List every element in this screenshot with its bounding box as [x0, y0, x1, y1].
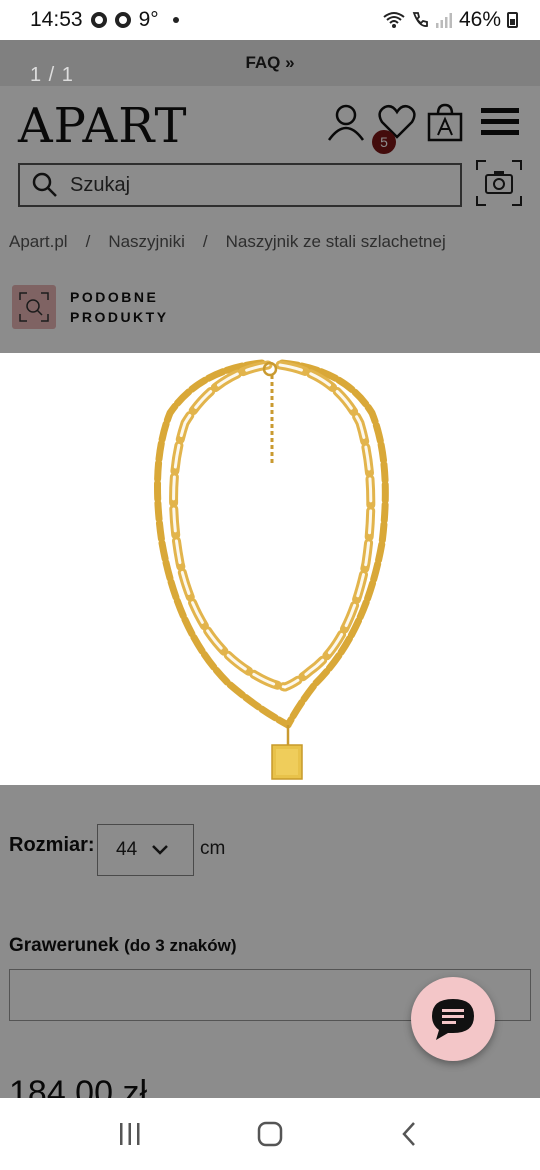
site-header: APART [0, 94, 540, 154]
size-select[interactable]: 44 [97, 824, 194, 876]
breadcrumb-item-category[interactable]: Naszyjniki [108, 232, 185, 252]
call-icon [412, 12, 428, 27]
chat-bubble-icon [432, 999, 474, 1040]
status-temperature: 9° [138, 8, 159, 31]
search-input[interactable]: Szukaj [18, 163, 462, 207]
breadcrumb-item-product: Naszyjnik ze stali szlachetnej [225, 232, 446, 251]
breadcrumb-item-home[interactable]: Apart.pl [9, 232, 68, 252]
status-time: 14:53 [30, 8, 83, 31]
notification-dot-icon [172, 17, 179, 23]
status-bar: 14:53 9° 46% [0, 0, 540, 40]
engraving-label: Grawerunek [9, 935, 119, 956]
engraving-label-row: Grawerunek (do 3 znaków) [9, 935, 237, 957]
similar-products-button[interactable]: PODOBNE PRODUKTY [12, 285, 169, 329]
size-unit: cm [200, 838, 226, 859]
apart-logo[interactable]: APART [18, 98, 188, 154]
home-icon[interactable] [257, 1121, 283, 1147]
wifi-icon [383, 12, 405, 28]
wishlist-count-badge: 5 [372, 130, 396, 154]
necklace-product-image [154, 359, 389, 780]
menu-icon[interactable] [480, 102, 520, 142]
battery-level: 46% [458, 8, 501, 31]
size-label: Rozmiar: [9, 834, 95, 856]
similar-label-line1: PODOBNE [70, 289, 159, 305]
cart-bag-icon[interactable] [425, 102, 465, 142]
back-icon[interactable] [397, 1121, 423, 1147]
breadcrumb-separator: / [202, 232, 208, 251]
breadcrumb-separator: / [85, 232, 91, 251]
similar-label-line2: PRODUKTY [70, 309, 169, 325]
engraving-hint: (do 3 znaków) [124, 936, 237, 955]
signal-icon [435, 13, 452, 28]
chrome-icon [90, 12, 107, 28]
chat-button[interactable] [411, 977, 495, 1061]
search-placeholder: Szukaj [70, 173, 131, 196]
similar-search-icon [12, 285, 56, 329]
search-icon [32, 172, 57, 197]
size-value: 44 [116, 839, 138, 860]
faq-link[interactable]: FAQ » [0, 40, 540, 86]
battery-icon [507, 12, 518, 28]
account-icon[interactable] [326, 102, 366, 142]
breadcrumb: Apart.pl / Naszyjniki / Naszyjnik ze sta… [9, 232, 446, 252]
visual-search-camera-icon[interactable] [476, 160, 522, 206]
chevron-down-icon [152, 845, 169, 855]
product-image-viewer[interactable] [0, 353, 540, 785]
image-counter: 1 / 1 [30, 64, 74, 86]
android-nav-bar [0, 1098, 540, 1170]
chrome-icon-2 [114, 12, 131, 28]
recent-apps-icon[interactable] [117, 1121, 143, 1147]
